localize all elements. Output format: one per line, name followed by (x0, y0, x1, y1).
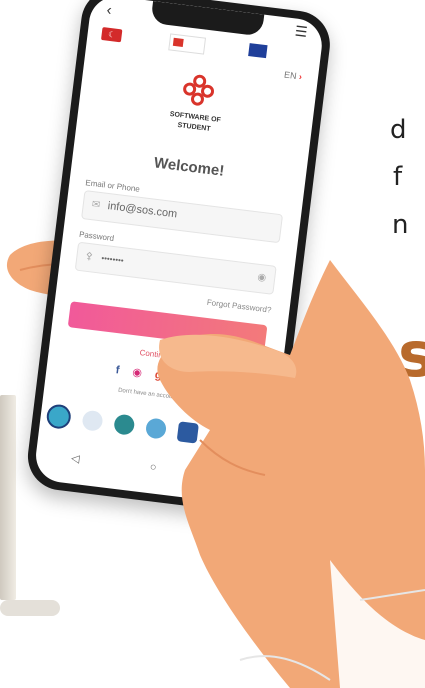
chevron-left-icon[interactable]: ‹ (106, 1, 113, 18)
password-value: •••••••• (100, 253, 125, 266)
password-field[interactable]: ⚴ •••••••• ◉ (74, 241, 277, 295)
password-label: Password (78, 229, 115, 243)
partner-logo (113, 413, 136, 436)
turkey-flag-icon: ☾ (100, 27, 123, 43)
signup-prefix: Don't have an account? (117, 387, 181, 402)
facebook-icon[interactable]: f (115, 364, 120, 376)
partner-logo (168, 33, 207, 55)
partner-logo (176, 421, 199, 444)
brand-block: SOFTWARE OF STUDENT (76, 59, 316, 153)
back-triangle-icon[interactable]: ◁ (70, 451, 80, 465)
signup-link[interactable]: Sign up (182, 396, 205, 405)
eu-funding-text (270, 46, 308, 51)
hamburger-icon[interactable]: ☰ (294, 23, 308, 41)
lock-icon: ⚴ (84, 250, 94, 263)
connect-label: Connect (172, 372, 207, 387)
forgot-password-link[interactable]: Forgot Password? (206, 298, 272, 315)
language-selector[interactable]: EN › (283, 70, 302, 82)
phone-device: ‹ ☰ ☾ EN › SOFTWARE OF STUDENT Welcome! … (0, 0, 416, 573)
chevron-right-icon: › (298, 71, 303, 82)
mail-icon: ✉ (91, 199, 101, 212)
google-plus-icon[interactable]: g+ Connect (154, 369, 212, 388)
language-label: EN (283, 69, 298, 81)
recents-square-icon[interactable]: □ (226, 471, 234, 484)
partner-logo (208, 425, 237, 449)
partner-logo (246, 429, 269, 453)
phone-screen: ‹ ☰ ☾ EN › SOFTWARE OF STUDENT Welcome! … (32, 0, 325, 508)
sos-logo-icon (183, 74, 215, 106)
partner-logo (81, 409, 104, 432)
partner-logo (144, 417, 168, 440)
partner-logo (45, 403, 73, 430)
eye-icon[interactable]: ◉ (257, 272, 267, 284)
eu-flag-icon (248, 43, 268, 59)
instagram-icon[interactable]: ◉ (132, 366, 143, 379)
email-value: info@sos.com (107, 200, 178, 221)
eu-logo (248, 41, 308, 66)
phone-frame: ‹ ☰ ☾ EN › SOFTWARE OF STUDENT Welcome! … (24, 0, 334, 517)
home-circle-icon[interactable]: ○ (149, 461, 157, 474)
